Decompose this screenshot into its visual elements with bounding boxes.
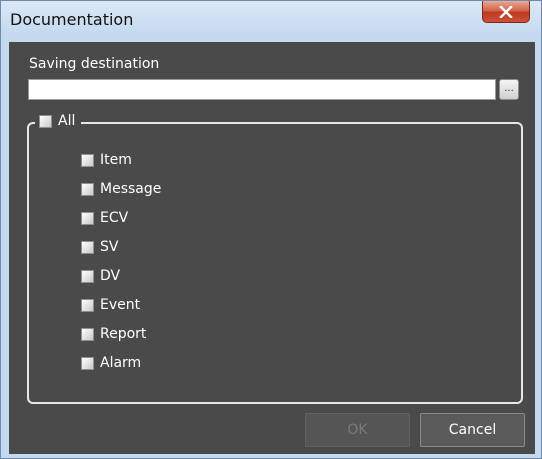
title-bar[interactable]: Documentation [1,1,541,37]
event-checkbox-label: Event [100,297,141,313]
sv-checkbox[interactable] [81,240,94,254]
alarm-checkbox[interactable] [81,356,94,370]
saving-destination-input[interactable] [28,79,496,100]
browse-button[interactable]: ... [499,79,519,100]
report-checkbox-label: Report [100,326,147,342]
checkbox-row-ecv[interactable]: ECV [81,209,128,227]
checkbox-row-dv[interactable]: DV [81,267,120,285]
close-icon [499,5,513,18]
all-checkbox-row[interactable]: All [35,111,82,131]
alarm-checkbox-label: Alarm [100,355,142,371]
checkbox-row-event[interactable]: Event [81,296,140,314]
checkbox-row-message[interactable]: Message [81,180,161,198]
sv-checkbox-label: SV [100,239,119,255]
checkbox-row-report[interactable]: Report [81,325,146,343]
checkbox-row-sv[interactable]: SV [81,238,118,256]
saving-destination-label: Saving destination [29,56,160,72]
checkbox-row-item[interactable]: Item [81,151,132,169]
ecv-checkbox-label: ECV [100,210,129,226]
report-checkbox[interactable] [81,327,94,341]
documentation-dialog: Documentation Saving destination ... All… [0,0,542,459]
dv-checkbox[interactable] [81,269,94,283]
item-checkbox-label: Item [100,152,132,168]
message-checkbox-label: Message [100,181,162,197]
message-checkbox[interactable] [81,182,94,196]
close-button[interactable] [482,1,530,23]
all-checkbox[interactable] [39,114,52,128]
event-checkbox[interactable] [81,298,94,312]
window-title: Documentation [10,10,134,29]
all-checkbox-label: All [58,113,76,129]
dv-checkbox-label: DV [100,268,121,284]
dialog-body: Saving destination ... All Item Message … [9,42,535,454]
checkbox-row-alarm[interactable]: Alarm [81,354,141,372]
cancel-button[interactable]: Cancel [420,413,525,447]
ok-button[interactable]: OK [305,413,410,447]
item-checkbox[interactable] [81,153,94,167]
ecv-checkbox[interactable] [81,211,94,225]
